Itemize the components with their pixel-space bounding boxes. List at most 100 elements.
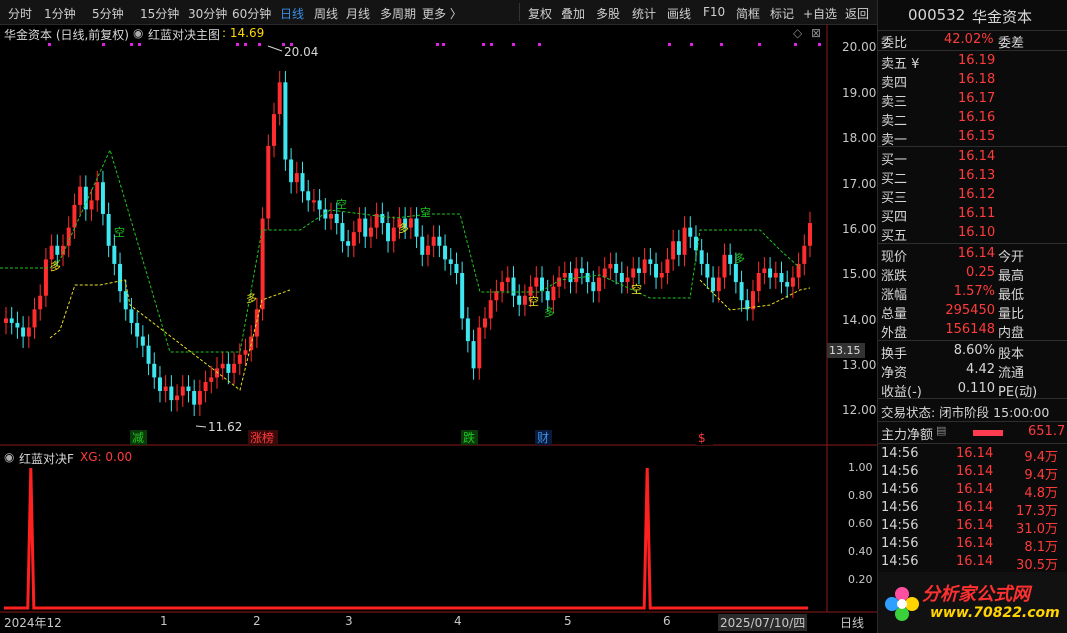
sub-indicator-toggle-icon[interactable]: ◉ xyxy=(4,450,14,464)
candle-body xyxy=(140,336,145,346)
stat2-row: 净资 4.42 流通 xyxy=(878,361,1067,381)
candle-body xyxy=(625,277,630,283)
period-tab-2[interactable]: 5分钟 xyxy=(92,5,124,22)
signal-label: 空 xyxy=(336,197,347,211)
main-flow-value: 651.7 xyxy=(1028,424,1066,439)
signal-label: 空 xyxy=(528,294,539,308)
candle-body xyxy=(522,295,527,305)
candle-body xyxy=(574,268,579,283)
candle-body xyxy=(340,223,345,242)
period-tab-9[interactable]: 多周期 xyxy=(380,5,416,22)
candle-body xyxy=(175,395,180,401)
candle-body xyxy=(129,309,134,323)
signal-dot xyxy=(48,43,51,46)
period-tab-6[interactable]: 日线 xyxy=(280,5,304,22)
stat-value: 295450 xyxy=(945,303,995,318)
trade-volume: 30.5万 xyxy=(1016,558,1058,573)
candle-body xyxy=(237,354,242,364)
candle-body xyxy=(9,318,14,323)
candle-body xyxy=(425,245,430,255)
event-tag: 涨榜 xyxy=(250,430,274,445)
event-tag: 减 xyxy=(132,431,144,445)
stat-label: 现价 xyxy=(881,250,908,265)
period-tab-3[interactable]: 15分钟 xyxy=(140,5,179,22)
tool-add-watchlist-button[interactable]: +自选 xyxy=(803,5,837,22)
tool-fuquan-button[interactable]: 复权 xyxy=(528,5,552,22)
sub-y-tick: 0.60 xyxy=(848,517,873,530)
candle-body xyxy=(733,263,738,283)
bid-row: 买二 16.13 xyxy=(878,167,1067,187)
stat-row: 外盘 156148 内盘 xyxy=(878,321,1067,341)
quote-panel: 000532 华金资本 委比 42.02% 委差 卖五 ¥ 16.19 卖四 1… xyxy=(877,0,1067,633)
candle-body xyxy=(608,263,613,269)
stat2-label-right: 流通 xyxy=(998,366,1025,381)
candle-body xyxy=(756,273,761,292)
period-tab-0[interactable]: 分时 xyxy=(8,5,32,22)
period-tab-4[interactable]: 30分钟 xyxy=(188,5,227,22)
main-flow-bar xyxy=(973,430,1003,436)
stock-label: 华金资本 (日线,前复权) xyxy=(4,28,129,42)
sub-y-tick: 0.40 xyxy=(848,545,873,558)
candle-body xyxy=(386,223,391,242)
bid-row: 买一 16.14 xyxy=(878,148,1067,168)
period-tab-1[interactable]: 1分钟 xyxy=(44,5,76,22)
candle-body xyxy=(123,291,128,310)
y-tick: 15.00 xyxy=(842,267,877,281)
high-price-annotation: 20.04 xyxy=(284,45,318,59)
signal-label: 多 xyxy=(544,305,555,319)
candle-body xyxy=(534,277,539,287)
toolbar: 分时 1分钟 5分钟 15分钟 30分钟 60分钟 日线 周线 月线 多周期 更… xyxy=(0,0,877,25)
period-tab-10[interactable]: 更多 〉 xyxy=(422,5,462,22)
trade-price: 16.14 xyxy=(956,482,994,497)
x-tick: 2 xyxy=(253,614,261,628)
tool-duogu-button[interactable]: 多股 xyxy=(596,5,620,22)
tool-f10-button[interactable]: F10 xyxy=(703,5,725,19)
tool-diejia-button[interactable]: 叠加 xyxy=(561,5,585,22)
signal-dot xyxy=(538,43,541,46)
candle-body xyxy=(505,277,510,283)
stat2-row: 换手 8.60% 股本 xyxy=(878,342,1067,362)
candle-body xyxy=(511,277,516,296)
y-tick: 18.00 xyxy=(842,131,877,145)
period-tab-8[interactable]: 月线 xyxy=(346,5,370,22)
candle-body xyxy=(329,213,334,219)
kline-chart[interactable]: 20.0411.62多空多空空多空多空多减 涨榜跌财 $ xyxy=(0,24,877,633)
indicator-toggle-icon[interactable]: ◉ xyxy=(133,26,143,40)
candle-body xyxy=(249,336,254,351)
tool-tongji-button[interactable]: 统计 xyxy=(632,5,656,22)
trade-time: 14:56 xyxy=(881,554,919,569)
stat-label-right: 最高 xyxy=(998,269,1025,284)
signal-label: 空 xyxy=(631,282,642,296)
candle-body xyxy=(220,363,225,369)
candle-body xyxy=(728,254,733,264)
weibi-value: 42.02% xyxy=(944,32,994,47)
candle-body xyxy=(671,241,676,260)
bid-price: 16.14 xyxy=(958,149,996,164)
candle-body xyxy=(648,259,653,264)
sub-indicator-name[interactable]: 红蓝对决F xyxy=(19,450,74,467)
stat-label-right: 最低 xyxy=(998,288,1025,303)
event-tag: 跌 xyxy=(463,430,475,445)
tool-back-button[interactable]: 返回 xyxy=(845,5,869,22)
tool-jiankuang-button[interactable]: 简框 xyxy=(736,5,760,22)
signal-dot xyxy=(490,43,493,46)
tool-biaoji-button[interactable]: 标记 xyxy=(770,5,794,22)
candle-body xyxy=(482,318,487,328)
x-tick: 4 xyxy=(454,614,462,628)
main-indicator-name[interactable]: 红蓝对决主图 xyxy=(148,26,220,43)
trade-row: 14:56 16.14 31.0万 xyxy=(878,517,1067,537)
candle-body xyxy=(146,345,151,364)
signal-label: 多 xyxy=(398,221,409,235)
period-tab-7[interactable]: 周线 xyxy=(314,5,338,22)
bid-price: 16.12 xyxy=(958,187,996,202)
diamond-icon[interactable]: ◇ xyxy=(793,26,802,40)
list-icon[interactable]: ▤ xyxy=(936,424,946,437)
candle-body xyxy=(790,277,795,287)
weibi-label: 委比 xyxy=(881,36,908,51)
candle-body xyxy=(197,391,202,405)
period-tab-5[interactable]: 60分钟 xyxy=(232,5,271,22)
tool-huaxian-button[interactable]: 画线 xyxy=(667,5,691,22)
ask-label: 卖四 xyxy=(881,76,908,91)
close-icon[interactable]: ⊠ xyxy=(811,26,821,40)
stat2-row: 收益(-) 0.110 PE(动) xyxy=(878,380,1067,400)
